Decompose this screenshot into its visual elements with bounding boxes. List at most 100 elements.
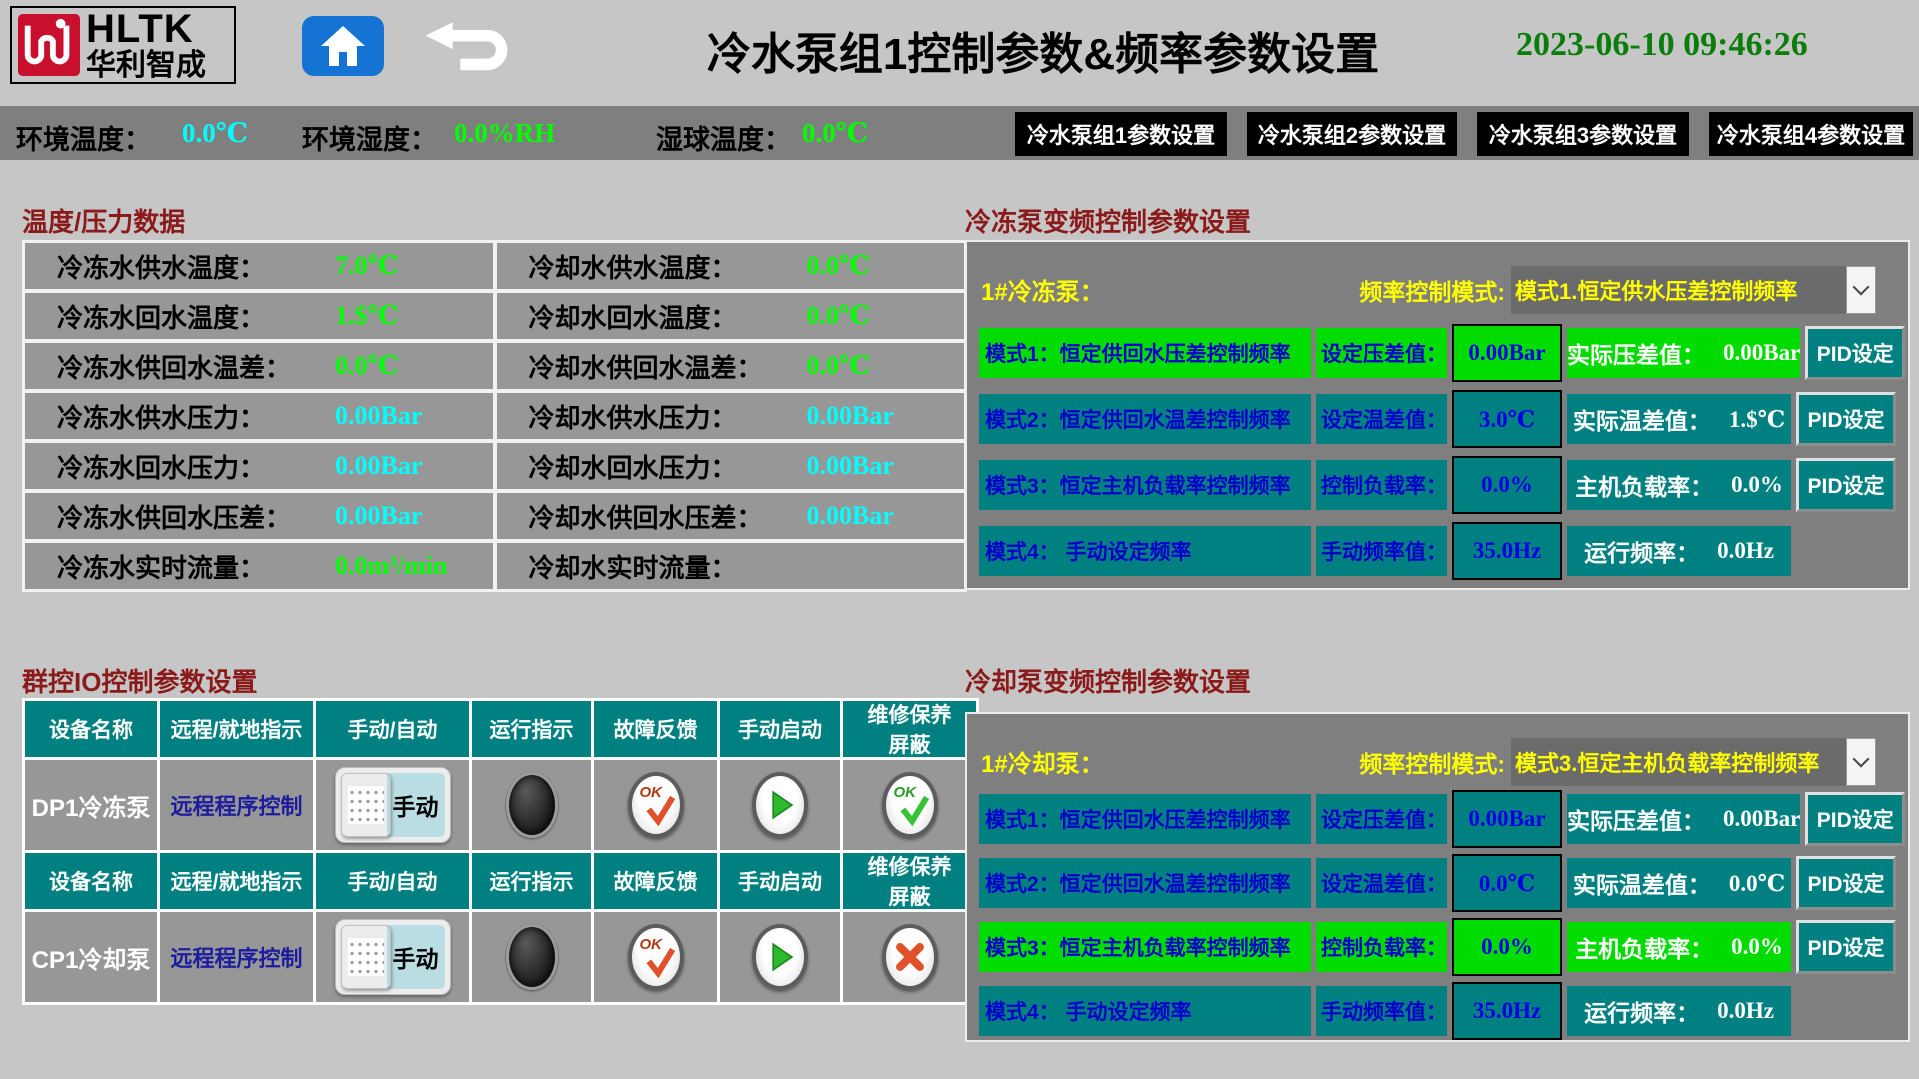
io-header-device: 设备名称: [25, 853, 157, 909]
header: HLTK 华利智成 冷水泵组1控制参数&频率参数设置 2023-06-10 09…: [0, 0, 1919, 106]
chiller-mode4-set-input[interactable]: 35.0Hz: [1452, 522, 1562, 580]
row-label: 冷冻水回水压力：: [57, 448, 335, 485]
cp1-manual-start-button[interactable]: [752, 924, 808, 990]
toggle-state-label: 手动: [387, 925, 445, 989]
chiller-mode4-button[interactable]: 模式4： 手动设定频率: [979, 526, 1311, 576]
chiller-mode2-set-input[interactable]: 3.0℃: [1452, 390, 1562, 448]
ok-check-red-icon: [642, 794, 676, 828]
cooling-freq-mode-dropdown-button[interactable]: [1846, 738, 1876, 786]
env-temp-label: 环境温度：: [16, 118, 151, 157]
toggle-state-label: 手动: [387, 773, 445, 837]
logo-coil-icon: [18, 14, 80, 76]
set-value-label: 手动频率值：: [1316, 986, 1447, 1036]
cooling-freq-mode-select[interactable]: 模式3.恒定主机负载率控制频率: [1511, 738, 1846, 786]
chiller-mode-row-4: 模式4： 手动设定频率 手动频率值： 35.0Hz 运行频率：0.0Hz: [979, 526, 1896, 576]
dp1-maintenance-mask-button[interactable]: OK: [882, 772, 938, 838]
nav-pump-group-1[interactable]: 冷水泵组1参数设置: [1015, 112, 1227, 156]
chiller-mode1-button[interactable]: 模式1：恒定供回水压差控制频率: [979, 328, 1311, 378]
actual-value: 0.0Hz: [1717, 538, 1774, 564]
env-temp-value: 0.0℃: [182, 118, 248, 149]
row-value: 7.0℃: [335, 251, 399, 281]
chiller-mode-row-1: 模式1：恒定供回水压差控制频率 设定压差值： 0.00Bar 实际压差值：0.0…: [979, 328, 1896, 378]
actual-label: 实际温差值：: [1573, 402, 1711, 436]
home-button[interactable]: [302, 16, 384, 76]
row-value: 0.00Bar: [335, 501, 422, 531]
freq-mode-label: 频率控制模式:: [1359, 273, 1505, 307]
nav-pump-group-4[interactable]: 冷水泵组4参数设置: [1709, 112, 1913, 156]
nav-pump-group-3[interactable]: 冷水泵组3参数设置: [1477, 112, 1689, 156]
row-label: 冷冻水供回水压差：: [57, 498, 335, 535]
cooling-mode1-button[interactable]: 模式1：恒定供回水压差控制频率: [979, 794, 1311, 844]
chiller-mode3-button[interactable]: 模式3：恒定主机负载率控制频率: [979, 460, 1311, 510]
chiller-mode2-button[interactable]: 模式2：恒定供回水温差控制频率: [979, 394, 1311, 444]
actual-label: 主机负载率：: [1575, 468, 1713, 502]
chevron-down-icon: [1853, 279, 1870, 296]
cooling-mode3-set-input[interactable]: 0.0%: [1452, 918, 1562, 976]
cooling-mode-row-2: 模式2：恒定供回水温差控制频率 设定温差值： 0.0℃ 实际温差值：0.0℃ P…: [979, 858, 1896, 908]
row-value: 0.0℃: [807, 251, 871, 281]
row-label: 冷却水回水压力：: [529, 448, 807, 485]
logo-text-cn: 华利智成: [86, 51, 206, 81]
cp1-run-indicator-lamp: [506, 924, 558, 990]
chiller-mode3-set-input[interactable]: 0.0%: [1452, 456, 1562, 514]
actual-label: 实际压差值：: [1567, 336, 1705, 370]
io-header-remote: 远程/就地指示: [160, 853, 313, 909]
pump-group-nav: 冷水泵组1参数设置 冷水泵组2参数设置 冷水泵组3参数设置 冷水泵组4参数设置: [1015, 112, 1913, 156]
dp1-run-indicator-lamp: [506, 772, 558, 838]
row-value: 0.0℃: [807, 351, 871, 381]
dp1-manual-start-button[interactable]: [752, 772, 808, 838]
cooling-mode1-pid-button[interactable]: PID设定: [1805, 792, 1905, 846]
cooling-pump-label: 1#冷却泵：: [981, 744, 1104, 779]
actual-value: 0.00Bar: [1723, 340, 1800, 366]
chiller-mode-row-2: 模式2：恒定供回水温差控制频率 设定温差值： 3.0℃ 实际温差值：1.$℃ P…: [979, 394, 1896, 444]
ok-check-green-icon: [896, 794, 930, 828]
cooling-mode2-button[interactable]: 模式2：恒定供回水温差控制频率: [979, 858, 1311, 908]
remote-status: 远程程序控制: [170, 789, 302, 821]
io-header-device: 设备名称: [25, 701, 157, 757]
temp-pressure-table: 冷冻水供水温度：7.0℃ 冷却水供水温度：0.0℃ 冷冻水回水温度：1.$℃ 冷…: [22, 240, 967, 592]
cp1-maintenance-mask-button[interactable]: [882, 924, 938, 990]
nav-pump-group-2[interactable]: 冷水泵组2参数设置: [1247, 112, 1457, 156]
cp1-fault-feedback-indicator: OK: [628, 924, 684, 990]
set-value-label: 设定温差值：: [1316, 394, 1447, 444]
back-button[interactable]: [420, 22, 516, 80]
page-title: 冷水泵组1控制参数&频率参数设置: [707, 18, 1379, 82]
actual-value: 0.00Bar: [1723, 806, 1800, 832]
chiller-mode-row-3: 模式3：恒定主机负载率控制频率 控制负载率： 0.0% 主机负载率：0.0% P…: [979, 460, 1896, 510]
row-value: 0.0m³/min: [335, 551, 448, 581]
set-value-label: 手动频率值：: [1316, 526, 1447, 576]
logo-text-en: HLTK: [86, 9, 206, 49]
cooling-mode3-button[interactable]: 模式3：恒定主机负载率控制频率: [979, 922, 1311, 972]
chiller-mode2-pid-button[interactable]: PID设定: [1796, 392, 1896, 446]
toggle-knob-icon: [341, 925, 391, 989]
dp1-manual-auto-toggle[interactable]: 手动: [335, 767, 451, 843]
chiller-mode3-pid-button[interactable]: PID设定: [1796, 458, 1896, 512]
cooling-mode4-button[interactable]: 模式4： 手动设定频率: [979, 986, 1311, 1036]
cp1-manual-auto-toggle[interactable]: 手动: [335, 919, 451, 995]
io-header-start: 手动启动: [720, 701, 840, 757]
row-value: 0.0℃: [807, 301, 871, 331]
chiller-mode1-pid-button[interactable]: PID设定: [1805, 326, 1905, 380]
cooling-mode3-pid-button[interactable]: PID设定: [1796, 920, 1896, 974]
chiller-freq-mode-dropdown-button[interactable]: [1846, 266, 1876, 314]
cooling-panel-title: 冷却泵变频控制参数设置: [965, 662, 1251, 699]
chiller-pump-label: 1#冷冻泵：: [981, 272, 1104, 307]
io-header-maintenance: 维修保养 屏蔽: [843, 701, 976, 757]
cooling-mode4-set-input[interactable]: 35.0Hz: [1452, 982, 1562, 1040]
row-label: 冷冻水供水温度：: [57, 248, 335, 285]
cooling-mode1-set-input[interactable]: 0.00Bar: [1452, 790, 1562, 848]
chiller-mode1-set-input[interactable]: 0.00Bar: [1452, 324, 1562, 382]
set-value-label: 控制负载率：: [1316, 922, 1447, 972]
chiller-freq-mode-select[interactable]: 模式1.恒定供水压差控制频率: [1511, 266, 1846, 314]
cooling-mode2-pid-button[interactable]: PID设定: [1796, 856, 1896, 910]
cooling-mode2-set-input[interactable]: 0.0℃: [1452, 854, 1562, 912]
wetbulb-temp-value: 0.0℃: [802, 118, 868, 149]
freq-mode-label: 频率控制模式:: [1359, 745, 1505, 779]
io-header-manual-auto: 手动/自动: [316, 701, 469, 757]
row-value: 1.$℃: [335, 301, 399, 331]
env-humidity-value: 0.0%RH: [454, 118, 555, 149]
row-label: 冷冻水回水温度：: [57, 298, 335, 335]
actual-value: 0.0Hz: [1717, 998, 1774, 1024]
device-name: DP1冷冻泵: [32, 788, 151, 823]
env-humidity-label: 环境湿度：: [302, 118, 437, 157]
